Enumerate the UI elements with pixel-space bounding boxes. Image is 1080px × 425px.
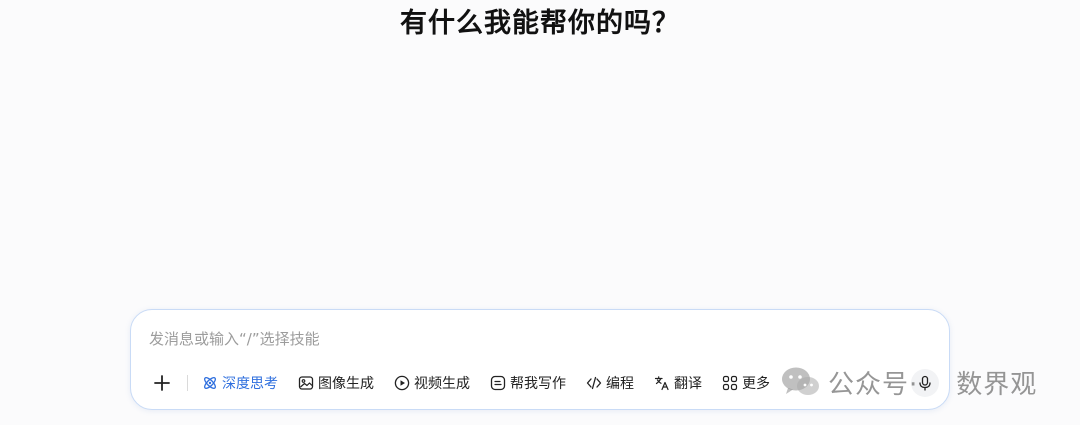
plus-icon [154,375,170,391]
skill-translate[interactable]: 翻译 [654,373,702,393]
message-input[interactable] [149,326,929,352]
page-title: 有什么我能帮你的吗？ [400,8,680,39]
skill-more[interactable]: 更多 [722,373,770,393]
skill-label: 翻译 [674,376,702,392]
skill-deep-think[interactable]: 深度思考 [202,373,278,393]
add-button[interactable] [149,370,175,396]
skill-label: 图像生成 [318,376,374,392]
skill-label: 深度思考 [222,376,278,392]
skill-video-gen[interactable]: 视频生成 [394,373,470,393]
skill-writing[interactable]: 帮我写作 [490,373,566,393]
skill-toolbar: 深度思考 图像生成 视频生成 帮我写作 编程 翻译 更多 [149,370,790,396]
grid-icon [722,375,738,391]
skill-label: 视频生成 [414,376,470,392]
microphone-icon [919,375,931,391]
voice-input-button[interactable] [911,369,939,397]
translate-icon [654,375,670,391]
code-icon [586,375,602,391]
chat-composer: 深度思考 图像生成 [130,309,950,410]
skill-label: 编程 [606,376,634,392]
atom-icon [202,375,218,391]
image-icon [298,375,314,391]
page: 有什么我能帮你的吗？ 深度思考 [0,0,1080,425]
skill-coding[interactable]: 编程 [586,373,634,393]
play-icon [394,375,410,391]
doc-icon [490,375,506,391]
skill-image-gen[interactable]: 图像生成 [298,373,374,393]
skill-label: 帮我写作 [510,376,566,392]
toolbar-divider [187,375,188,391]
watermark-right-text: 数界观 [956,369,1038,400]
skill-label: 更多 [742,376,770,392]
